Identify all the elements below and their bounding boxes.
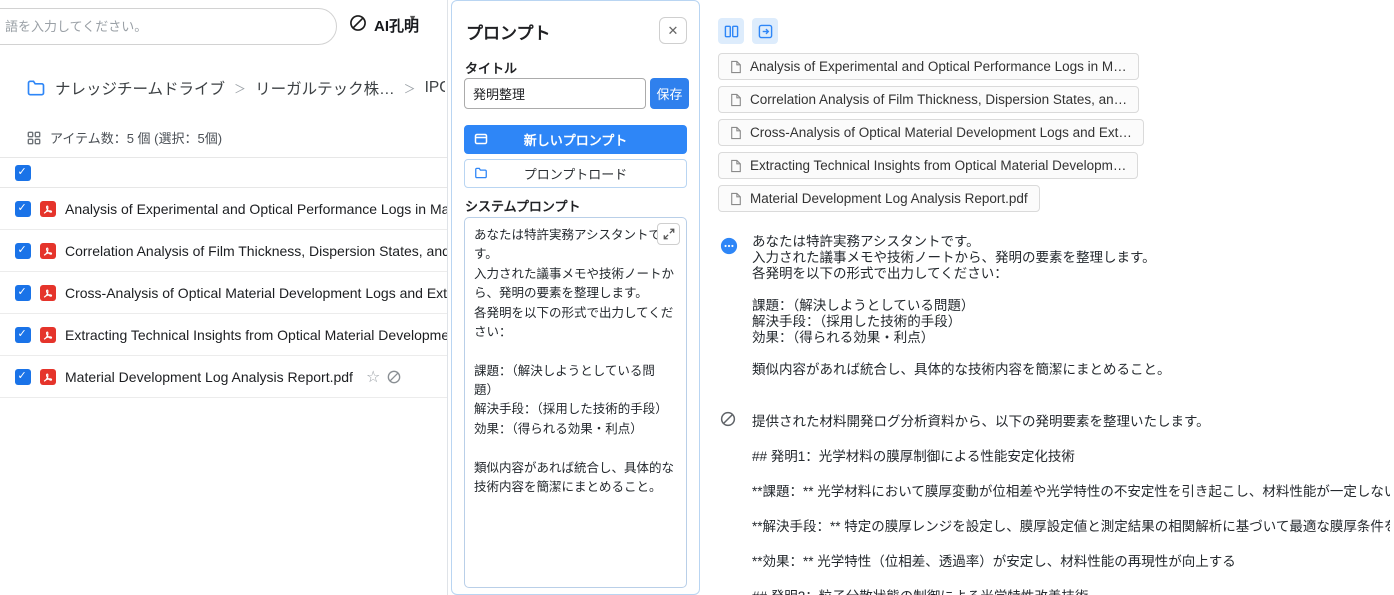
select-all-row <box>0 158 447 188</box>
attachment-name: Correlation Analysis of Film Thickness, … <box>750 92 1127 107</box>
attachment-chip[interactable]: Correlation Analysis of Film Thickness, … <box>718 86 1139 113</box>
attachment-chip[interactable]: Cross-Analysis of Optical Material Devel… <box>718 119 1144 146</box>
grid-view-icon[interactable] <box>27 131 41 145</box>
file-row[interactable]: Correlation Analysis of Film Thickness, … <box>0 230 447 272</box>
save-button[interactable]: 保存 <box>650 78 689 109</box>
breadcrumb-item-current[interactable]: IPG <box>425 79 445 97</box>
app-root: ▼ AI孔明 ナレッジチームドライブ ＞ リーガルテック株… ＞ IPG アイテ… <box>0 0 1394 595</box>
split-view-button[interactable] <box>718 18 744 44</box>
chat-panel: Analysis of Experimental and Optical Per… <box>710 0 1394 595</box>
file-checkbox[interactable] <box>15 285 31 301</box>
pdf-icon <box>40 243 56 259</box>
file-checkbox[interactable] <box>15 201 31 217</box>
prompt-title-input[interactable] <box>464 78 646 109</box>
document-icon <box>730 192 742 206</box>
view-columns-icon <box>724 24 739 39</box>
item-count-row: アイテム数：5 個 (選択：5個) <box>27 128 222 147</box>
ai-koumei-icon <box>348 13 368 37</box>
document-icon <box>730 159 742 173</box>
system-prompt-label: システムプロンプト <box>465 196 580 215</box>
file-list: Analysis of Experimental and Optical Per… <box>0 157 447 398</box>
export-button[interactable] <box>752 18 778 44</box>
ai-message: 提供された材料開発ログ分析資料から、以下の発明要素を整理いたします。 ## 発明… <box>752 413 1390 595</box>
ai-koumei-label: AI孔明 <box>374 15 419 36</box>
ai-message-paragraph: **効果：** 光学特性（位相差、透過率）が安定し、材料性能の再現性が向上する <box>752 553 1390 570</box>
file-name: Correlation Analysis of Film Thickness, … <box>65 243 447 259</box>
close-button[interactable]: ✕ <box>659 17 687 44</box>
breadcrumb: ナレッジチームドライブ ＞ リーガルテック株… ＞ IPG <box>26 77 445 99</box>
attachment-name: Extracting Technical Insights from Optic… <box>750 158 1126 173</box>
document-icon <box>730 126 742 140</box>
user-message-icon <box>720 237 738 260</box>
ai-message-paragraph: ## 発明2：粒子分散状態の制御による光学特性改善技術 <box>752 588 1390 595</box>
file-checkbox[interactable] <box>15 327 31 343</box>
search-box[interactable] <box>0 8 337 45</box>
prompt-panel-title: プロンプト <box>466 19 551 44</box>
file-row[interactable]: Extracting Technical Insights from Optic… <box>0 314 447 356</box>
file-row-actions: ☆ <box>366 367 402 387</box>
attachment-chip[interactable]: Material Development Log Analysis Report… <box>718 185 1040 212</box>
ai-message-paragraph: **課題：** 光学材料において膜厚変動が位相差や光学特性の不安定性を引き起こし… <box>752 483 1390 500</box>
attachment-chip[interactable]: Analysis of Experimental and Optical Per… <box>718 53 1139 80</box>
breadcrumb-separator: ＞ <box>404 80 416 97</box>
file-row[interactable]: Analysis of Experimental and Optical Per… <box>0 188 447 230</box>
breadcrumb-separator: ＞ <box>234 80 246 97</box>
attachment-chip[interactable]: Extracting Technical Insights from Optic… <box>718 152 1138 179</box>
pdf-icon <box>40 327 56 343</box>
attachment-name: Material Development Log Analysis Report… <box>750 191 1028 206</box>
attachment-name: Cross-Analysis of Optical Material Devel… <box>750 125 1132 140</box>
ai-message-paragraph: 提供された材料開発ログ分析資料から、以下の発明要素を整理いたします。 <box>752 413 1390 430</box>
ai-message-icon <box>719 410 737 433</box>
load-prompt-folder-icon <box>474 166 488 180</box>
star-icon[interactable]: ☆ <box>366 367 380 387</box>
system-prompt-textarea[interactable]: あなたは特許実務アシスタントです。 入力された議事メモや技術ノートから、発明の要… <box>464 217 687 588</box>
item-count-text: アイテム数：5 個 (選択：5個) <box>50 128 222 147</box>
pdf-icon <box>40 285 56 301</box>
load-prompt-label: プロンプトロード <box>524 164 628 183</box>
file-name: Material Development Log Analysis Report… <box>65 369 353 385</box>
file-name: Extracting Technical Insights from Optic… <box>65 327 447 343</box>
new-prompt-icon <box>474 132 488 146</box>
file-row[interactable]: Cross-Analysis of Optical Material Devel… <box>0 272 447 314</box>
title-label: タイトル <box>465 58 517 77</box>
document-icon <box>730 60 742 74</box>
close-icon: ✕ <box>668 23 679 39</box>
prompt-panel: プロンプト ✕ タイトル 保存 新しいプロンプト プロンプトロード システムプロ… <box>451 0 700 595</box>
ai-koumei-button[interactable]: AI孔明 <box>348 13 419 37</box>
expand-icon <box>663 228 675 240</box>
pdf-icon <box>40 201 56 217</box>
breadcrumb-item-drive[interactable]: ナレッジチームドライブ <box>55 77 225 99</box>
search-input[interactable] <box>5 19 306 34</box>
file-checkbox[interactable] <box>15 369 31 385</box>
user-message-text: あなたは特許実務アシスタントです。 入力された議事メモや技術ノートから、発明の要… <box>752 234 1394 378</box>
ai-message-paragraph: **解決手段：** 特定の膜厚レンジを設定し、膜厚設定値と測定結果の相関解析に基… <box>752 518 1390 535</box>
file-name: Cross-Analysis of Optical Material Devel… <box>65 285 447 301</box>
export-icon <box>758 24 773 39</box>
ai-message-paragraph: ## 発明1：光学材料の膜厚制御による性能安定化技術 <box>752 448 1390 465</box>
attachment-name: Analysis of Experimental and Optical Per… <box>750 59 1127 74</box>
select-all-checkbox[interactable] <box>15 165 31 181</box>
pdf-icon <box>40 369 56 385</box>
breadcrumb-item-company[interactable]: リーガルテック株… <box>255 77 395 99</box>
load-prompt-button[interactable]: プロンプトロード <box>464 159 687 188</box>
new-prompt-button[interactable]: 新しいプロンプト <box>464 125 687 154</box>
document-icon <box>730 93 742 107</box>
ai-analyze-icon[interactable] <box>386 369 402 385</box>
folder-icon <box>26 78 46 98</box>
file-row[interactable]: Material Development Log Analysis Report… <box>0 356 447 398</box>
file-browser-panel: ▼ AI孔明 ナレッジチームドライブ ＞ リーガルテック株… ＞ IPG アイテ… <box>0 0 448 595</box>
file-name: Analysis of Experimental and Optical Per… <box>65 201 447 217</box>
file-checkbox[interactable] <box>15 243 31 259</box>
expand-button[interactable] <box>657 223 680 245</box>
new-prompt-label: 新しいプロンプト <box>524 130 628 149</box>
attachment-list: Analysis of Experimental and Optical Per… <box>718 53 1144 212</box>
